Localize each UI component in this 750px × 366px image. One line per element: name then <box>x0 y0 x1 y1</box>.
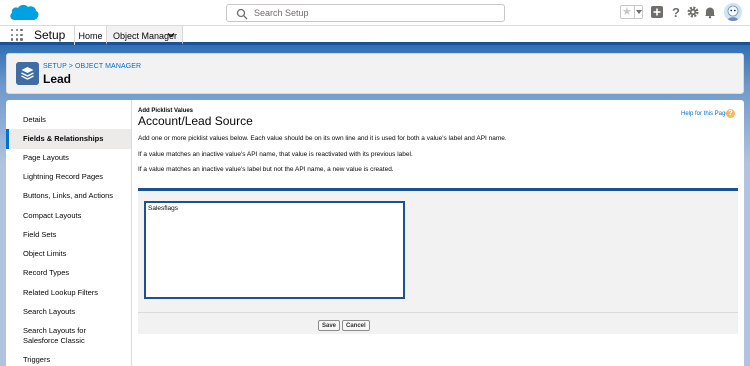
sidebar-item-label: Compact Layouts <box>23 211 82 220</box>
sidebar-item-label: Object Limits <box>23 249 67 258</box>
form-button-row: Save Cancel <box>138 312 738 334</box>
cancel-button[interactable]: Cancel <box>342 320 370 331</box>
setup-gear-icon[interactable] <box>686 5 700 19</box>
tab-object-manager[interactable]: Object Manager <box>106 26 183 45</box>
page-title: Lead <box>43 72 72 86</box>
tab-home-label: Home <box>78 31 103 41</box>
sidebar-item-search-layouts[interactable]: Search Layouts <box>6 307 131 317</box>
instruction-text: Add one or more picklist values below. E… <box>138 135 507 142</box>
sidebar-item-compact-layouts[interactable]: Compact Layouts <box>6 211 131 221</box>
sidebar-item-details[interactable]: Details <box>6 115 131 125</box>
svg-text:?: ? <box>672 5 680 19</box>
sidebar-item-record-types[interactable]: Record Types <box>6 268 131 278</box>
search-icon <box>236 8 248 20</box>
favorites-button[interactable]: ★ <box>620 5 643 19</box>
sidebar-item-search-layouts-classic[interactable]: Search Layouts for Salesforce Classic <box>6 326 131 346</box>
sidebar-item-page-layouts[interactable]: Page Layouts <box>6 153 131 163</box>
sidebar-item-object-limits[interactable]: Object Limits <box>6 249 131 259</box>
search-setup-input[interactable]: Search Setup <box>226 4 505 22</box>
sidebar-item-buttons-links-actions[interactable]: Buttons, Links, and Actions <box>6 191 131 201</box>
help-for-this-page-link[interactable]: Help for this Page <box>681 111 729 117</box>
add-icon[interactable] <box>650 5 664 19</box>
sidebar-item-fields-relationships[interactable]: Fields & Relationships <box>6 129 131 149</box>
tab-home[interactable]: Home <box>74 26 106 45</box>
object-layers-icon <box>16 62 39 85</box>
sidebar-item-label: Search Layouts <box>23 307 76 316</box>
astro-avatar-icon <box>724 3 742 21</box>
salesforce-cloud-logo[interactable] <box>8 3 40 23</box>
sidebar-item-label: Fields & Relationships <box>23 134 104 143</box>
sidebar-item-label: Triggers <box>23 355 51 364</box>
main-content: Add Picklist Values Account/Lead Source … <box>132 100 744 366</box>
sidebar-item-label: Lightning Record Pages <box>23 172 104 181</box>
search-placeholder: Search Setup <box>254 8 309 18</box>
picklist-form: Salesflags Save Cancel <box>138 188 738 334</box>
picklist-values-textarea[interactable]: Salesflags <box>144 201 405 299</box>
context-bar: Setup Home Object Manager <box>0 26 750 45</box>
sidebar-item-triggers[interactable]: Triggers <box>6 355 131 365</box>
sidebar-item-label: Record Types <box>23 268 70 277</box>
instruction-text: If a value matches an inactive value's A… <box>138 151 413 158</box>
global-header: Search Setup ★ ? <box>0 0 750 26</box>
object-header: SETUP > OBJECT MANAGER Lead <box>6 53 744 94</box>
section-title: Account/Lead Source <box>138 114 253 128</box>
sidebar-item-label: Search Layouts for Salesforce Classic <box>23 326 86 345</box>
object-manager-sidebar: Details Fields & Relationships Page Layo… <box>6 100 132 366</box>
favorites-dropdown-icon[interactable] <box>634 6 642 18</box>
instruction-text: If a value matches an inactive value's l… <box>138 166 394 173</box>
sidebar-item-field-sets[interactable]: Field Sets <box>6 230 131 240</box>
sidebar-item-label: Buttons, Links, and Actions <box>23 191 114 200</box>
sidebar-item-label: Details <box>23 115 46 124</box>
picklist-form-body: Salesflags <box>138 191 738 312</box>
app-name: Setup <box>34 28 66 42</box>
help-icon[interactable]: ? <box>669 5 683 19</box>
breadcrumb[interactable]: SETUP > OBJECT MANAGER <box>43 63 141 70</box>
chevron-down-icon[interactable] <box>167 31 175 39</box>
sidebar-item-lightning-record-pages[interactable]: Lightning Record Pages <box>6 172 131 182</box>
app-launcher-icon[interactable] <box>11 29 23 41</box>
favorites-star-icon: ★ <box>622 6 632 18</box>
sidebar-item-label: Related Lookup Filters <box>23 288 99 297</box>
sidebar-item-label: Field Sets <box>23 230 57 239</box>
notifications-bell-icon[interactable] <box>703 5 717 19</box>
help-page-icon[interactable]: ? <box>726 109 735 118</box>
user-avatar[interactable] <box>724 3 742 21</box>
sidebar-item-related-lookup-filters[interactable]: Related Lookup Filters <box>6 288 131 298</box>
save-button[interactable]: Save <box>318 320 341 331</box>
sidebar-item-label: Page Layouts <box>23 153 69 162</box>
